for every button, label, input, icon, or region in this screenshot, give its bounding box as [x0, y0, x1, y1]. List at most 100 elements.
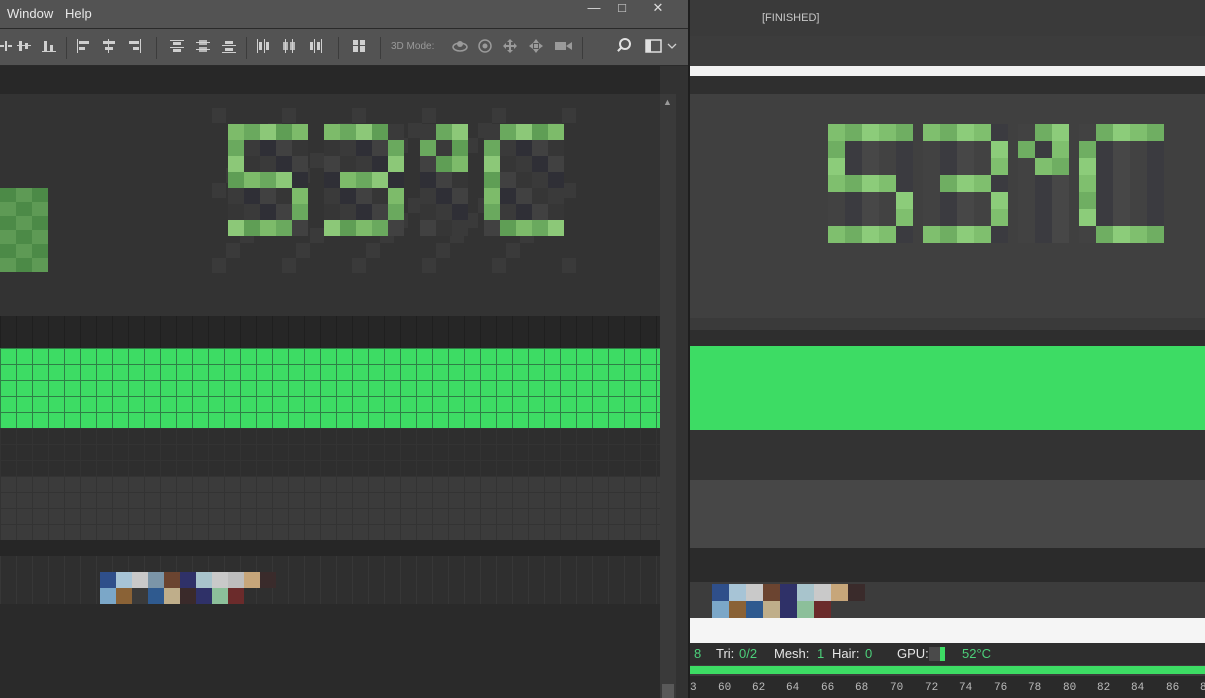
glyph-pixel-off	[1035, 192, 1052, 209]
grid-line	[272, 348, 273, 428]
search-icon[interactable]	[616, 38, 632, 54]
grid-line	[224, 316, 225, 348]
glyph-pixel-on	[1018, 141, 1035, 158]
grid-line	[320, 316, 321, 348]
glyph-pixel-on	[372, 172, 388, 188]
glyph-pixel-off	[388, 220, 404, 236]
vertical-scrollbar[interactable]: ▲	[660, 94, 676, 698]
divider-band	[0, 540, 660, 556]
glyph-pixel-on	[32, 202, 48, 216]
scale-3d-icon[interactable]	[555, 39, 573, 53]
canvas-bottom-area	[0, 604, 660, 698]
glyph-pixel-on	[0, 230, 16, 244]
preview-swatch	[712, 601, 729, 618]
grid-line	[48, 348, 49, 428]
grid-line	[624, 556, 625, 604]
timeline-ruler[interactable]: 3 60 62 64 66 68 70 72 74 76 78 80 82 84 86 8	[690, 676, 1205, 698]
roll-3d-icon[interactable]	[478, 39, 492, 53]
glyph-pixel-off	[324, 156, 340, 172]
distribute-top-icon[interactable]	[170, 39, 184, 53]
rotate-3d-icon[interactable]	[451, 39, 469, 53]
glyph-pixel-off	[500, 188, 516, 204]
glyph-pixel-off	[896, 141, 913, 158]
grid-line	[592, 316, 593, 348]
menu-help[interactable]: Help	[65, 6, 92, 21]
workspace-icon[interactable]	[645, 38, 677, 54]
auto-align-icon[interactable]	[352, 39, 366, 53]
grid-line	[0, 444, 660, 445]
glyph-pixel-off	[1018, 192, 1035, 209]
bg-pixel	[366, 243, 380, 258]
glyph-pixel-on	[957, 124, 974, 141]
stat-mesh-value: 1	[817, 646, 825, 661]
glyph-pixel-on	[292, 204, 308, 220]
glyph-pixel-off	[957, 192, 974, 209]
timeline-tick-label: 8	[1200, 682, 1205, 694]
align-right-icon[interactable]	[127, 39, 141, 53]
grid-line	[64, 556, 65, 604]
glyph-pixel-off	[957, 209, 974, 226]
scroll-up-icon[interactable]: ▲	[663, 97, 672, 107]
glyph-pixel-off	[862, 192, 879, 209]
glyph-pixel-off	[1018, 226, 1035, 243]
glyph-pixel-off	[276, 140, 292, 156]
glyph-pixel-off	[388, 172, 404, 188]
distribute-left-icon[interactable]	[256, 39, 270, 53]
grid-line	[192, 348, 193, 428]
color-swatch	[212, 588, 228, 604]
grid-line	[96, 556, 97, 604]
glyph-pixel-off	[420, 188, 436, 204]
grid-line	[560, 348, 561, 428]
editor-window: Window Help — □ ✕ 3D Mode: ▲	[0, 0, 688, 698]
grid-line	[16, 348, 17, 428]
glyph-pixel-off	[388, 124, 404, 140]
grid-line	[656, 316, 657, 348]
grid-line	[0, 492, 660, 493]
bg-pixel	[282, 258, 296, 273]
restore-button[interactable]: □	[608, 0, 636, 18]
slide-3d-icon[interactable]	[529, 39, 543, 53]
glyph-pixel-off	[516, 140, 532, 156]
distribute-bottom-icon[interactable]	[222, 39, 236, 53]
glyph-pixel-on	[244, 124, 260, 140]
grid-line	[32, 316, 33, 348]
grid-line	[480, 316, 481, 348]
preview-swatch	[763, 601, 780, 618]
align-bottom-icon[interactable]	[42, 39, 56, 53]
glyph-pixel-on	[974, 175, 991, 192]
glyph-pixel-on	[845, 226, 862, 243]
glyph-pixel-off	[1052, 175, 1069, 192]
glyph-pixel-off	[548, 140, 564, 156]
glyph-pixel-off	[244, 156, 260, 172]
align-hcenter-icon[interactable]	[102, 39, 116, 53]
grid-line	[560, 316, 561, 348]
glyph-pixel-on	[340, 172, 356, 188]
distribute-hcenter-icon[interactable]	[282, 39, 296, 53]
align-vcenter-icon[interactable]	[17, 39, 31, 53]
glyph-pixel-on	[828, 175, 845, 192]
grid-line	[0, 348, 1, 428]
color-swatch	[132, 588, 148, 604]
glyph-pixel-off	[356, 140, 372, 156]
glyph-pixel-off	[957, 158, 974, 175]
timeline-tick-label: 3	[690, 682, 697, 694]
glyph-pixel-on	[500, 124, 516, 140]
close-button[interactable]: ✕	[644, 0, 672, 18]
distribute-right-icon[interactable]	[308, 39, 322, 53]
align-left-icon[interactable]	[77, 39, 91, 53]
grid-line	[0, 364, 660, 365]
scrollbar-thumb[interactable]	[662, 684, 674, 698]
distribute-vcenter-icon[interactable]	[196, 39, 210, 53]
glyph-pixel-off	[1018, 124, 1035, 141]
drag-3d-icon[interactable]	[503, 39, 517, 53]
glyph-pixel-on	[436, 156, 452, 172]
glyph-pixel-on	[32, 188, 48, 202]
minimize-button[interactable]: —	[580, 0, 608, 18]
document-canvas[interactable]	[0, 66, 660, 698]
glyph-pixel-off	[548, 156, 564, 172]
glyph-pixel-off	[356, 156, 372, 172]
grid-line	[224, 348, 225, 428]
align-top-icon[interactable]	[0, 39, 14, 53]
glyph-pixel-off	[1035, 226, 1052, 243]
menu-window[interactable]: Window	[7, 6, 53, 21]
